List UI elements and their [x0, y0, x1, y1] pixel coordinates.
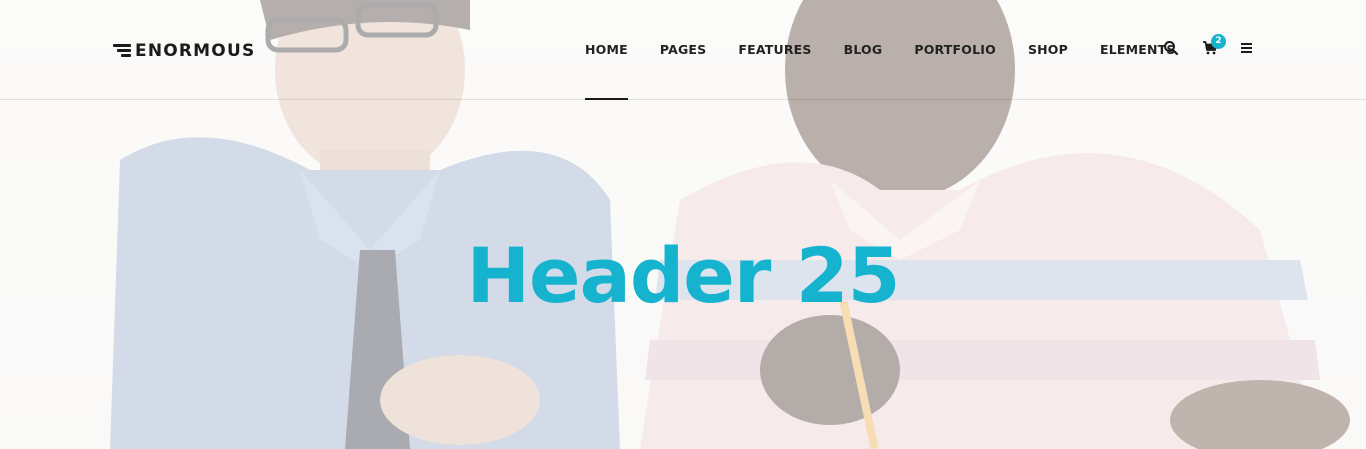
page: ENORMOUS HOME PAGES FEATURES BLOG PORTFO… [0, 0, 1366, 449]
nav-item-home[interactable]: HOME [585, 0, 628, 100]
search-icon[interactable] [1163, 40, 1181, 58]
nav-item-portfolio[interactable]: PORTFOLIO [914, 0, 996, 100]
cart-count-badge: 2 [1211, 34, 1226, 49]
main-nav: HOME PAGES FEATURES BLOG PORTFOLIO SHOP … [585, 0, 1208, 100]
hero-title: Header 25 [466, 231, 900, 320]
brand-logo[interactable]: ENORMOUS [113, 40, 255, 62]
menu-icon[interactable] [1240, 40, 1258, 58]
brand-name: ENORMOUS [135, 41, 256, 61]
nav-item-features[interactable]: FEATURES [738, 0, 811, 100]
nav-item-blog[interactable]: BLOG [844, 0, 883, 100]
nav-item-pages[interactable]: PAGES [660, 0, 707, 100]
site-header: ENORMOUS HOME PAGES FEATURES BLOG PORTFO… [0, 0, 1366, 100]
nav-item-shop[interactable]: SHOP [1028, 0, 1068, 100]
logo-mark-icon [113, 44, 131, 58]
